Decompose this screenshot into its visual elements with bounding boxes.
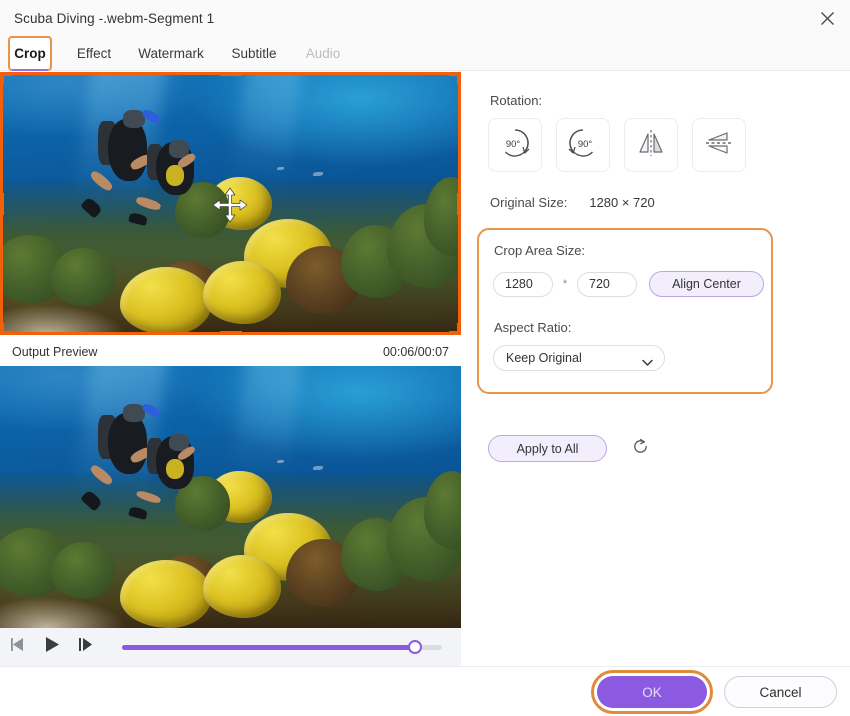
- align-center-button[interactable]: Align Center: [649, 271, 764, 297]
- flip-vertical-button[interactable]: [692, 118, 746, 172]
- progress-slider[interactable]: [112, 628, 452, 666]
- next-frame-icon: [76, 636, 95, 658]
- rotate-counterclockwise-90-icon: 90°: [565, 125, 601, 166]
- crop-area-size-group: Crop Area Size: * Align Center Aspect Ra…: [477, 228, 773, 394]
- tab-audio-label: Audio: [305, 46, 341, 61]
- play-icon: [42, 635, 61, 659]
- reset-button[interactable]: [626, 435, 654, 463]
- tab-audio: Audio: [296, 36, 350, 71]
- flip-horizontal-button[interactable]: [624, 118, 678, 172]
- tab-crop-label: Crop: [14, 46, 46, 61]
- svg-text:90°: 90°: [506, 139, 521, 150]
- rotation-label: Rotation:: [490, 93, 543, 108]
- tab-watermark-label: Watermark: [138, 46, 204, 61]
- aspect-ratio-label: Aspect Ratio:: [494, 320, 572, 335]
- tab-subtitle-label: Subtitle: [231, 46, 277, 61]
- close-button[interactable]: [804, 0, 850, 36]
- tab-crop[interactable]: Crop: [8, 36, 52, 71]
- svg-text:90°: 90°: [578, 139, 593, 150]
- diver-front: [127, 127, 207, 227]
- next-frame-button[interactable]: [68, 628, 102, 666]
- player-controls: [0, 628, 461, 666]
- close-icon: [820, 11, 835, 26]
- output-preview-bar: Output Preview 00:06/00:07: [0, 338, 461, 366]
- rotate-clockwise-90-button[interactable]: 90°: [488, 118, 542, 172]
- tab-bar: Crop Effect Watermark Subtitle Audio: [0, 36, 850, 71]
- rotate-clockwise-90-icon: 90°: [497, 125, 533, 166]
- tab-effect[interactable]: Effect: [66, 36, 122, 71]
- previous-frame-button[interactable]: [0, 628, 34, 666]
- video-frame-preview: [0, 366, 461, 628]
- playback-timestamp: 00:06/00:07: [382, 345, 449, 359]
- tab-watermark[interactable]: Watermark: [126, 36, 216, 71]
- dialog-footer: [0, 666, 850, 716]
- crop-height-input[interactable]: [577, 271, 637, 297]
- play-button[interactable]: [34, 628, 68, 666]
- diver-front-preview: [127, 421, 207, 521]
- tab-subtitle[interactable]: Subtitle: [222, 36, 286, 71]
- aspect-ratio-select-wrap: Keep Original: [493, 345, 665, 371]
- crop-width-input[interactable]: [493, 271, 553, 297]
- output-preview-label: Output Preview: [12, 345, 98, 359]
- output-video-pane[interactable]: [0, 366, 461, 628]
- multiply-symbol: *: [562, 278, 568, 290]
- crop-size-row: * Align Center: [493, 271, 764, 297]
- title-bar: Scuba Diving -.webm-Segment 1: [0, 0, 850, 36]
- original-size-value: 1280 × 720: [589, 195, 655, 210]
- progress-fill: [122, 644, 414, 650]
- tab-active-underline: [12, 68, 48, 71]
- move-icon: [211, 186, 249, 224]
- previous-frame-icon: [8, 636, 27, 658]
- flip-horizontal-icon: [634, 126, 668, 165]
- tab-effect-label: Effect: [76, 46, 112, 61]
- crop-area-size-label: Crop Area Size:: [494, 243, 586, 258]
- rotate-counterclockwise-90-button[interactable]: 90°: [556, 118, 610, 172]
- apply-to-all-button[interactable]: Apply to All: [488, 435, 607, 462]
- aspect-ratio-select[interactable]: Keep Original: [493, 345, 665, 371]
- flip-vertical-icon: [702, 126, 736, 165]
- crop-settings-panel: Rotation: 90° 90° Original Size: 1280 × …: [461, 72, 850, 646]
- reset-icon: [631, 437, 650, 461]
- original-size-label: Original Size:: [490, 195, 568, 210]
- cancel-button[interactable]: Cancel: [724, 676, 837, 708]
- ok-button[interactable]: OK: [597, 676, 707, 708]
- crop-dialog: Scuba Diving -.webm-Segment 1 Crop Effec…: [0, 0, 850, 716]
- rotation-buttons: 90° 90°: [488, 118, 746, 172]
- progress-thumb[interactable]: [408, 640, 422, 654]
- original-size-row: Original Size: 1280 × 720: [490, 195, 655, 210]
- window-title: Scuba Diving -.webm-Segment 1: [14, 10, 215, 26]
